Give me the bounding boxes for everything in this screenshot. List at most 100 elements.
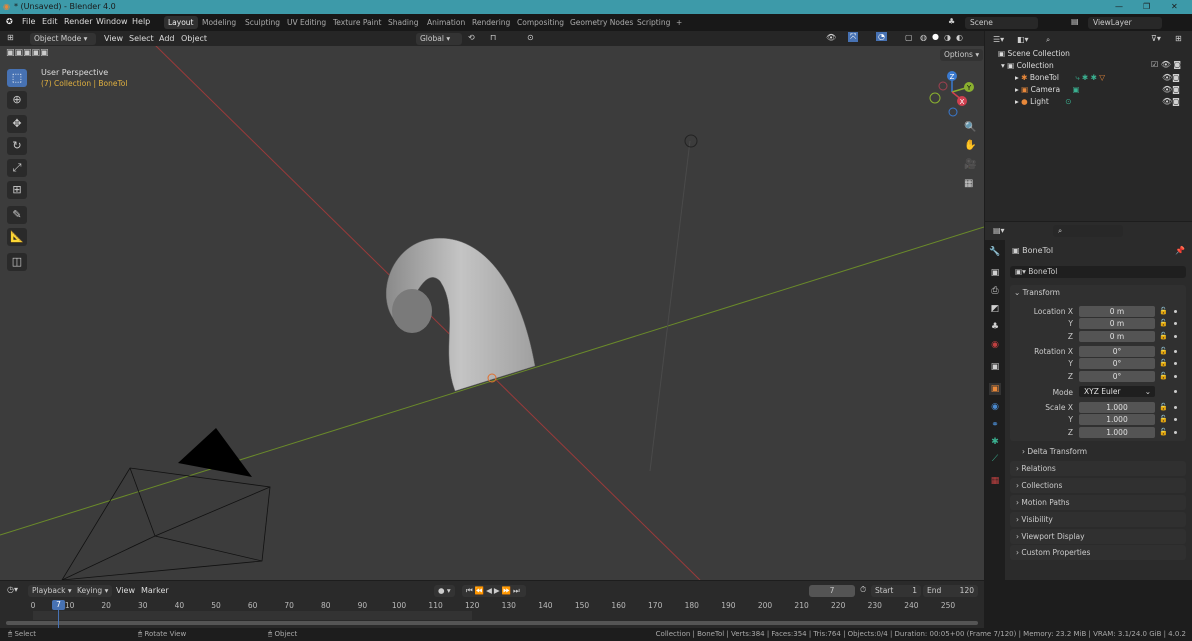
delta-transform-subpanel[interactable]: › Delta Transform — [1022, 447, 1087, 456]
keying-menu[interactable]: Keying ▾ — [73, 585, 113, 597]
rotation-y-field[interactable]: 0° — [1079, 358, 1155, 369]
scene-collection-row[interactable]: ▣ Scene Collection — [998, 48, 1070, 60]
timeline-marker-menu[interactable]: Marker — [141, 586, 169, 595]
menu-help[interactable]: Help — [132, 17, 150, 26]
outliner-type-icon[interactable]: ☰▾ — [993, 35, 1004, 44]
scene-icon[interactable]: ♣ — [948, 17, 955, 26]
constraints-tab-icon[interactable]: ⚭ — [989, 419, 1001, 431]
menu-render[interactable]: Render — [64, 17, 92, 26]
tab-scripting[interactable]: Scripting — [633, 16, 674, 29]
lock-icon[interactable]: 🔓 — [1159, 428, 1168, 436]
add-workspace-button[interactable]: + — [672, 16, 686, 29]
keyframe-dot[interactable] — [1174, 322, 1177, 325]
menu-edit[interactable]: Edit — [42, 17, 58, 26]
bone-tab-icon[interactable]: ⟋ — [989, 453, 1001, 465]
outliner-item-camera[interactable]: ▸ ▣ Camera ▣ — [1015, 84, 1080, 96]
tab-compositing[interactable]: Compositing — [513, 16, 568, 29]
start-frame-field[interactable]: Start 1 — [871, 585, 921, 597]
tab-animation[interactable]: Animation — [423, 16, 469, 29]
scale-y-field[interactable]: 1.000 — [1079, 414, 1155, 425]
maximize-button[interactable]: ❐ — [1143, 0, 1150, 14]
location-y-field[interactable]: 0 m — [1079, 318, 1155, 329]
current-frame-field[interactable]: 7 — [809, 585, 855, 597]
menu-window[interactable]: Window — [96, 17, 128, 26]
solid-shading-icon[interactable]: ● — [932, 32, 939, 41]
collection-visibility-icons[interactable]: ☑ 👁 ◙ — [1151, 60, 1181, 69]
annotate-tool[interactable]: ✎ — [7, 206, 27, 224]
collection-tab-icon[interactable]: ▣ — [989, 361, 1001, 373]
view-layer-tab-icon[interactable]: ◩ — [989, 303, 1001, 315]
keyframe-dot[interactable] — [1174, 431, 1177, 434]
stopwatch-icon[interactable]: ⏱ — [860, 585, 866, 595]
scale-x-field[interactable]: 1.000 — [1079, 402, 1155, 413]
overlay-toggle-icon[interactable]: ◔ — [876, 32, 887, 41]
world-tab-icon[interactable]: ◉ — [989, 339, 1001, 351]
snap-icon[interactable]: ⊓ — [490, 33, 496, 42]
texture-tab-icon[interactable]: ▦ — [989, 475, 1001, 487]
collection-row[interactable]: ▾ ▣ Collection — [1001, 60, 1054, 72]
lock-icon[interactable]: 🔓 — [1159, 403, 1168, 411]
outliner-item-light[interactable]: ▸ ● Light ⊙ — [1015, 96, 1072, 108]
display-mode-icon[interactable]: ◧▾ — [1017, 35, 1029, 44]
outliner-search-input[interactable]: ⌕ — [1041, 34, 1116, 46]
playhead-frame-label[interactable]: 7 — [52, 600, 65, 610]
ortho-grid-icon[interactable]: ▦ — [964, 178, 973, 189]
tab-geometry-nodes[interactable]: Geometry Nodes — [566, 16, 637, 29]
keyframe-dot[interactable] — [1174, 310, 1177, 313]
lock-icon[interactable]: 🔓 — [1159, 359, 1168, 367]
transform-tool[interactable]: ⊞ — [7, 181, 27, 199]
timeline-view-menu[interactable]: View — [116, 586, 135, 595]
lock-icon[interactable]: 🔓 — [1159, 347, 1168, 355]
tab-rendering[interactable]: Rendering — [468, 16, 514, 29]
output-tab-icon[interactable]: ⎙ — [989, 285, 1001, 297]
select-box-tool[interactable]: ⬚ — [7, 69, 27, 87]
tab-uv-editing[interactable]: UV Editing — [283, 16, 330, 29]
new-collection-icon[interactable]: ⊞ — [1175, 34, 1182, 43]
pivot-icon[interactable]: ⟲ — [468, 33, 475, 42]
measure-tool[interactable]: 📐 — [7, 228, 27, 246]
pan-hand-icon[interactable]: ✋ — [964, 140, 976, 151]
mode-selector[interactable]: Object Mode ▾ — [30, 33, 96, 45]
scale-z-field[interactable]: 1.000 — [1079, 427, 1155, 438]
timeline-editor-icon[interactable]: ◷▾ — [7, 585, 18, 594]
custom-properties-panel[interactable]: › Custom Properties — [1010, 545, 1186, 560]
xray-icon[interactable]: ▢ — [905, 33, 913, 42]
add-cube-tool[interactable]: ◫ — [7, 253, 27, 271]
lock-icon[interactable]: 🔓 — [1159, 332, 1168, 340]
rendered-shading-icon[interactable]: ◐ — [956, 33, 963, 42]
rotation-mode-dropdown[interactable]: XYZ Euler ⌄ — [1079, 386, 1155, 397]
tab-texture-paint[interactable]: Texture Paint — [329, 16, 385, 29]
orientation-selector[interactable]: Global ▾ — [416, 33, 462, 45]
close-button[interactable]: ✕ — [1171, 0, 1178, 14]
playback-menu[interactable]: Playback ▾ — [28, 585, 76, 597]
material-shading-icon[interactable]: ◑ — [944, 33, 951, 42]
menu-file[interactable]: File — [22, 17, 35, 26]
view-layer-icon[interactable]: ▤ — [1071, 17, 1079, 26]
render-tab-icon[interactable]: ▣ — [989, 267, 1001, 279]
move-tool[interactable]: ✥ — [7, 115, 27, 133]
minimize-button[interactable]: — — [1115, 0, 1123, 14]
location-z-field[interactable]: 0 m — [1079, 331, 1155, 342]
armature-data-tab-icon[interactable]: ✱ — [989, 436, 1001, 448]
scene-selector[interactable]: Scene — [965, 17, 1038, 29]
relations-panel[interactable]: › Relations — [1010, 461, 1186, 476]
options-button[interactable]: Options ▾ — [940, 49, 984, 61]
end-frame-field[interactable]: End 120 — [923, 585, 978, 597]
playback-controls[interactable]: ⏮⏪◀▶⏩⏭ — [462, 585, 526, 597]
tab-shading[interactable]: Shading — [384, 16, 422, 29]
keyframe-dot[interactable] — [1174, 335, 1177, 338]
tool-tab-icon[interactable]: 🔧 — [989, 246, 1001, 258]
menu-add[interactable]: Add — [159, 34, 175, 43]
motion-paths-panel[interactable]: › Motion Paths — [1010, 495, 1186, 510]
wireframe-shading-icon[interactable]: ◍ — [920, 33, 927, 42]
keyframe-dot[interactable] — [1174, 418, 1177, 421]
item-visibility-icons[interactable]: 👁◙ 👁◙ 👁◙ — [1162, 72, 1180, 108]
editor-type-icon[interactable]: ⊞ — [7, 33, 14, 42]
properties-type-icon[interactable]: ▤▾ — [993, 226, 1005, 235]
tab-sculpting[interactable]: Sculpting — [241, 16, 284, 29]
timeline-scrollbar[interactable] — [6, 621, 978, 625]
view-layer-selector[interactable]: ViewLayer — [1088, 17, 1162, 29]
lock-icon[interactable]: 🔓 — [1159, 415, 1168, 423]
filter-icon[interactable]: ⊽▾ — [1151, 34, 1161, 43]
camera-view-icon[interactable]: 🎥 — [964, 159, 976, 170]
